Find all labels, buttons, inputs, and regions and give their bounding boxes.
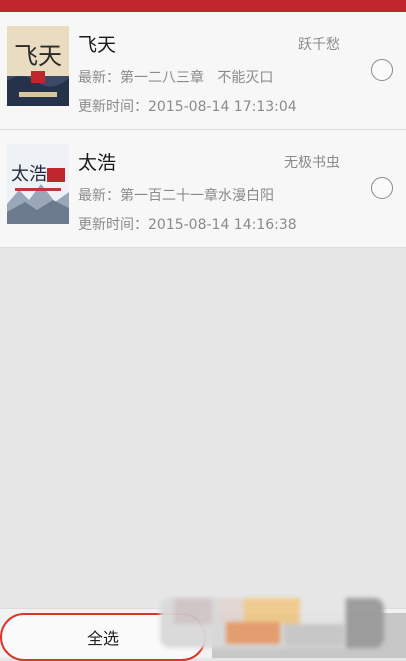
update-time: 更新时间：2015-08-14 17:13:04: [78, 99, 297, 115]
book-author: 跃千愁: [298, 37, 340, 53]
book-author: 无极书虫: [284, 155, 340, 171]
book-cover: 太浩: [7, 144, 69, 224]
update-time: 更新时间：2015-08-14 14:16:38: [78, 217, 297, 233]
top-status-bar: [0, 0, 406, 12]
cover-title: 太浩: [11, 164, 47, 185]
bookshelf-list: 飞天 飞天 跃千愁 最新：第一二八三章 不能灭口 更新时间：2015-08-14…: [0, 12, 406, 248]
cover-title: 飞天: [14, 42, 62, 70]
book-row[interactable]: 飞天 飞天 跃千愁 最新：第一二八三章 不能灭口 更新时间：2015-08-14…: [0, 12, 406, 130]
select-radio[interactable]: [371, 59, 393, 81]
book-cover: 飞天: [7, 26, 69, 106]
select-radio[interactable]: [371, 177, 393, 199]
latest-chapter: 最新：第一百二十一章水漫白阳: [78, 188, 274, 204]
book-title: 太浩: [78, 152, 117, 174]
book-title: 飞天: [78, 34, 117, 56]
book-row[interactable]: 太浩 太浩 无极书虫 最新：第一百二十一章水漫白阳 更新时间：2015-08-1…: [0, 130, 406, 248]
blurred-overlay: [160, 598, 384, 648]
latest-chapter: 最新：第一二八三章 不能灭口: [78, 70, 274, 86]
